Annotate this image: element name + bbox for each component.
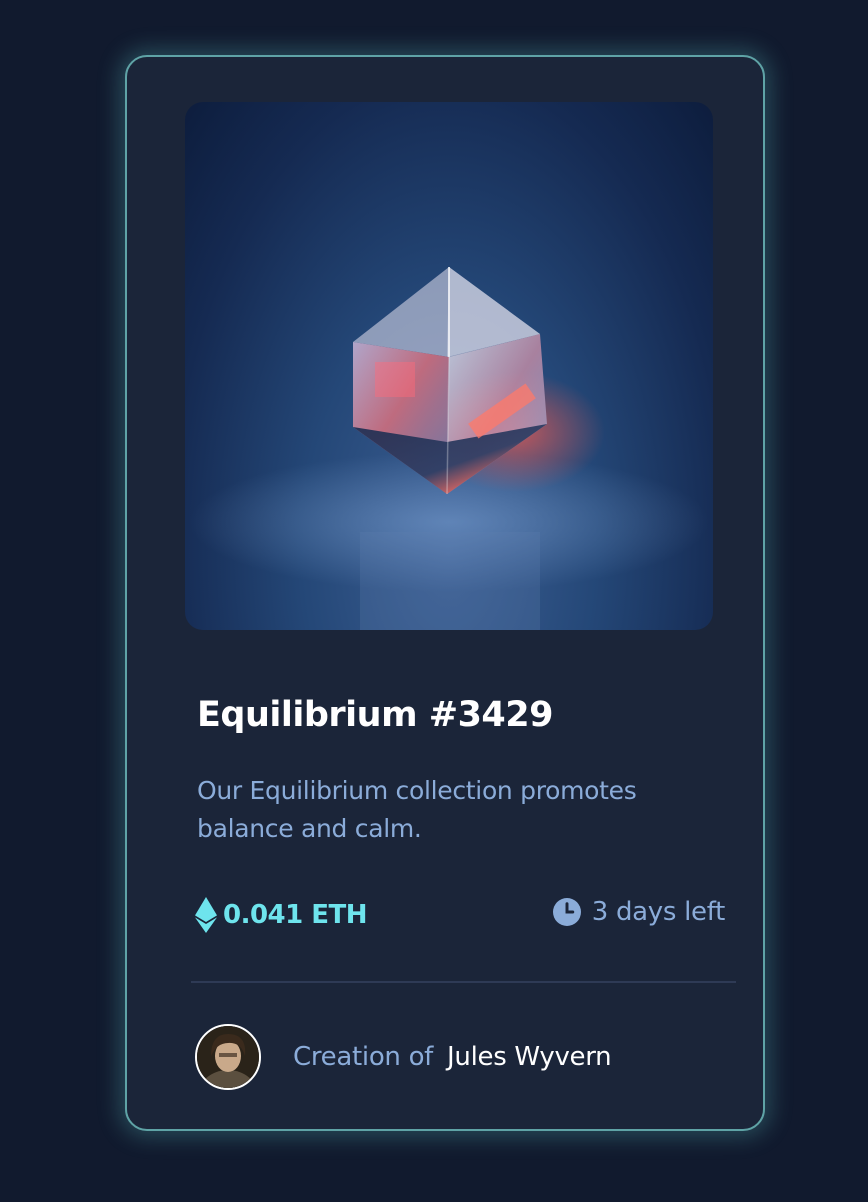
creator-label: Creation of (293, 1042, 434, 1072)
nft-card: Equilibrium #3429 Our Equilibrium collec… (125, 55, 765, 1131)
price-value: 0.041 ETH (223, 900, 368, 930)
creator: Creation of Jules Wyvern (195, 1022, 612, 1092)
price: 0.041 ETH (195, 897, 368, 933)
nft-meta: 0.041 ETH 3 days left (195, 897, 725, 937)
divider (191, 981, 736, 983)
nft-image[interactable] (185, 102, 713, 630)
avatar (195, 1024, 261, 1090)
time-left-value: 3 days left (591, 897, 726, 927)
cube-illustration (189, 267, 709, 630)
clock-icon (552, 898, 581, 926)
nft-title[interactable]: Equilibrium #3429 (197, 695, 554, 735)
time-left: 3 days left (552, 897, 726, 927)
nft-description: Our Equilibrium collection promotes bala… (197, 776, 637, 843)
creator-name[interactable]: Jules Wyvern (447, 1042, 612, 1072)
ethereum-icon (195, 897, 217, 933)
